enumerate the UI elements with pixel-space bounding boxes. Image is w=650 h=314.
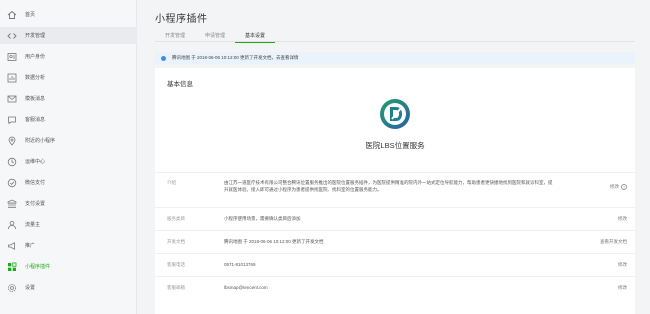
sidebar-item-label: 小程序插件 — [25, 264, 51, 270]
plugin-logo-icon — [379, 98, 411, 130]
wallet-icon — [6, 198, 18, 210]
section-title: 基本信息 — [167, 81, 193, 88]
sidebar-item-ops-center[interactable]: 运维中心 — [0, 153, 137, 170]
code-icon — [6, 30, 18, 42]
location-icon — [6, 135, 18, 147]
notice-text: 腾讯地图 于 2018-06-06 10:12:00 更新了开发文档，去查看详情 — [172, 55, 299, 60]
row-key: 客服邮箱 — [167, 285, 185, 290]
sidebar-item-label: 支付设置 — [25, 201, 46, 207]
sidebar-item-label: 数据分析 — [25, 75, 46, 81]
info-row-intro: 介绍 由江苏一道医疗技术有限公司整合腾讯位置服务推出的医院位置服务插件，为医院提… — [155, 172, 635, 207]
page-title: 小程序插件 — [155, 14, 208, 25]
chat-icon — [6, 114, 18, 126]
tab-dev-management[interactable]: 开发管理 — [155, 29, 195, 42]
megaphone-icon — [6, 240, 18, 252]
sidebar-item-label: 微信支付 — [25, 180, 46, 186]
sidebar-item-nearby-miniprogram[interactable]: 附近的小程序 — [0, 132, 137, 149]
tab-basic-settings[interactable]: 基本设置 — [235, 29, 275, 43]
sidebar-item-payment-settings[interactable]: 支付设置 — [0, 195, 137, 212]
row-value: 小程序使用场景，需要确认类目后添加 — [224, 216, 301, 221]
sidebar-item-label: 客服消息 — [25, 117, 46, 123]
home-icon — [6, 9, 18, 21]
wechat-pay-icon — [6, 177, 18, 189]
info-row-category: 服务类目 小程序使用场景，需要确认类目后添加 修改 — [155, 207, 635, 230]
traffic-icon — [6, 219, 18, 231]
sidebar: 首页 开发管理 用户身份 数据分析 模板消息 客服消息 附近的小程序 运维中心 … — [0, 0, 137, 314]
sidebar-item-traffic-owner[interactable]: 流量主 — [0, 216, 137, 233]
plugin-icon — [6, 261, 18, 273]
edit-phone-button[interactable]: 修改 — [618, 262, 627, 268]
info-row-service-email: 客服邮箱 lbsmap@tencent.com 修改 — [155, 276, 635, 299]
sidebar-item-user-identity[interactable]: 用户身份 — [0, 48, 137, 65]
sidebar-item-wechat-pay[interactable]: 微信支付 — [0, 174, 137, 191]
message-icon — [6, 93, 18, 105]
monitor-icon — [6, 156, 18, 168]
row-key: 开发文档 — [167, 239, 185, 244]
tab-application-management[interactable]: 申请管理 — [195, 29, 235, 42]
row-value: 0571-81013769 — [224, 262, 256, 267]
info-row-service-phone: 客服电话 0571-81013769 修改 — [155, 253, 635, 276]
sidebar-item-promotion[interactable]: 推广 — [0, 237, 137, 254]
main-content: 小程序插件 开发管理 申请管理 基本设置 腾讯地图 于 2018-06-06 1… — [137, 0, 650, 314]
edit-category-button[interactable]: 修改 — [618, 216, 627, 222]
sidebar-item-label: 首页 — [25, 12, 36, 18]
sidebar-item-miniprogram-plugin[interactable]: 小程序插件 — [0, 258, 137, 275]
row-key: 介绍 — [167, 180, 176, 185]
plugin-name: 医院LBS位置服务 — [365, 141, 425, 150]
update-notice[interactable]: 腾讯地图 于 2018-06-06 10:12:00 更新了开发文档，去查看详情 — [155, 52, 635, 64]
user-icon — [6, 51, 18, 63]
sidebar-item-label: 流量主 — [25, 222, 41, 228]
sidebar-item-label: 用户身份 — [25, 54, 46, 60]
sidebar-item-label: 模板消息 — [25, 96, 46, 102]
row-key: 服务类目 — [167, 216, 185, 221]
row-key: 客服电话 — [167, 262, 185, 267]
chart-icon — [6, 72, 18, 84]
sidebar-item-label: 推广 — [25, 243, 36, 249]
sidebar-item-customer-message[interactable]: 客服消息 — [0, 111, 137, 128]
sidebar-item-label: 附近的小程序 — [25, 138, 56, 144]
info-icon — [161, 55, 166, 61]
edit-intro-button[interactable]: 修改? — [610, 184, 627, 190]
basic-info-card: 基本信息 医院LBS位置服务 介绍 由江苏一道医疗技术有限公司整合腾讯位置服务推… — [155, 68, 635, 314]
sidebar-item-label: 设置 — [25, 285, 36, 291]
sidebar-item-dev-management[interactable]: 开发管理 — [0, 27, 137, 44]
sidebar-item-settings[interactable]: 设置 — [0, 279, 137, 296]
row-value: lbsmap@tencent.com — [224, 285, 268, 290]
sidebar-item-label: 开发管理 — [25, 33, 46, 39]
help-icon[interactable]: ? — [621, 184, 627, 190]
sidebar-item-label: 运维中心 — [25, 159, 46, 165]
tab-bar: 开发管理 申请管理 基本设置 — [155, 29, 635, 43]
row-value: 由江苏一道医疗技术有限公司整合腾讯位置服务推出的医院位置服务插件，为医院提供精准… — [224, 180, 553, 192]
row-value: 腾讯地图 于 2018-06-06 10:12:00 更新了开发文档 — [224, 239, 324, 244]
edit-email-button[interactable]: 修改 — [618, 285, 627, 291]
sidebar-item-home[interactable]: 首页 — [0, 6, 137, 23]
info-row-dev-docs: 开发文档 腾讯地图 于 2018-06-06 10:12:00 更新了开发文档 … — [155, 230, 635, 253]
sidebar-item-template-message[interactable]: 模板消息 — [0, 90, 137, 107]
view-dev-docs-link[interactable]: 查看开发文档 — [600, 239, 627, 245]
sidebar-item-data-analysis[interactable]: 数据分析 — [0, 69, 137, 86]
gear-icon — [6, 282, 18, 294]
